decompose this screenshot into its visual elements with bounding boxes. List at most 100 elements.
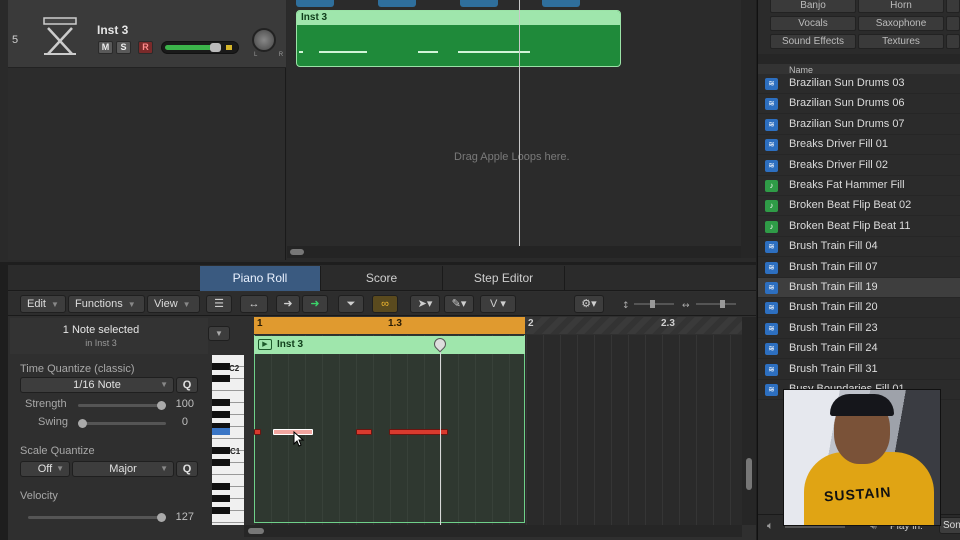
- category-button[interactable]: [946, 16, 960, 31]
- vertical-zoom-slider[interactable]: ↕: [622, 299, 676, 311]
- piano-roll-horizontal-scrollbar[interactable]: [244, 525, 742, 537]
- loop-list-item[interactable]: ≋ Brazilian Sun Drums 06: [758, 94, 960, 115]
- pencil-tool-icon[interactable]: ✎▾: [444, 295, 474, 313]
- solo-button[interactable]: S: [116, 41, 131, 54]
- loop-list-item[interactable]: ≋ Brush Train Fill 23: [758, 318, 960, 339]
- black-key[interactable]: [212, 459, 230, 466]
- velocity-tool-icon[interactable]: V ▾: [480, 295, 516, 313]
- playhead[interactable]: [519, 0, 520, 246]
- svg-text:↔: ↔: [682, 301, 690, 309]
- category-button[interactable]: [946, 34, 960, 49]
- piano-roll-vertical-scrollbar[interactable]: [742, 317, 756, 525]
- midi-region[interactable]: Inst 3: [296, 10, 621, 67]
- view-menu[interactable]: View ▼: [147, 295, 200, 313]
- tab-step-editor[interactable]: Step Editor: [443, 266, 565, 291]
- category-button[interactable]: Sound Effects: [770, 34, 856, 49]
- swing-slider[interactable]: [78, 422, 166, 425]
- swing-slider-knob[interactable]: [78, 419, 87, 428]
- black-key[interactable]: [212, 483, 230, 490]
- black-key[interactable]: [212, 495, 230, 502]
- pointer-tool-icon[interactable]: ➤▾: [410, 295, 440, 313]
- time-quantize-select[interactable]: 1/16 Note ▼: [20, 377, 174, 393]
- velocity-slider-knob[interactable]: [157, 513, 166, 522]
- category-button[interactable]: Saxophone: [858, 16, 944, 31]
- loop-list-item[interactable]: ≋ Brush Train Fill 31: [758, 359, 960, 380]
- arrow-right-icon[interactable]: ➜: [276, 295, 300, 313]
- playhead[interactable]: [440, 340, 441, 525]
- category-button[interactable]: Textures: [858, 34, 944, 49]
- record-enable-button[interactable]: R: [138, 41, 153, 54]
- play-in-select[interactable]: Son: [939, 517, 960, 534]
- time-quantize-value: 1/16 Note: [73, 379, 121, 391]
- black-key[interactable]: [212, 363, 230, 370]
- category-button[interactable]: Horn: [858, 0, 944, 13]
- category-button[interactable]: Vocals: [770, 16, 856, 31]
- audio-loop-icon: ≋: [765, 241, 778, 254]
- velocity-slider[interactable]: [28, 516, 166, 519]
- track-name[interactable]: Inst 3: [97, 23, 128, 37]
- scale-type-select[interactable]: Major ▼: [72, 461, 174, 477]
- selected-key-highlight: [212, 428, 230, 435]
- loop-list-item[interactable]: ♪ Breaks Fat Hammer Fill: [758, 176, 960, 196]
- filter-icon[interactable]: ⏷: [338, 295, 364, 313]
- region-above[interactable]: [378, 0, 416, 7]
- link-icon[interactable]: ∞: [372, 295, 398, 313]
- gear-icon[interactable]: ⚙▾: [574, 295, 604, 313]
- keyboard-stand-icon[interactable]: [40, 14, 80, 60]
- loop-name: Brush Train Fill 31: [789, 362, 878, 375]
- loop-name: Brazilian Sun Drums 06: [789, 97, 905, 110]
- loop-list-item[interactable]: ≋ Breaks Driver Fill 02: [758, 155, 960, 176]
- region-above[interactable]: [542, 0, 580, 7]
- loop-list-item[interactable]: ≋ Brush Train Fill 07: [758, 257, 960, 278]
- volume-knob[interactable]: [210, 43, 221, 52]
- pan-knob[interactable]: [252, 28, 276, 52]
- region-above[interactable]: [296, 0, 334, 7]
- horizontal-zoom-icon[interactable]: ↔: [240, 295, 268, 313]
- scroll-thumb[interactable]: [746, 458, 752, 490]
- black-key[interactable]: [212, 507, 230, 514]
- scroll-thumb[interactable]: [248, 528, 264, 534]
- arrange-vertical-scrollbar[interactable]: [741, 0, 756, 258]
- loop-list-item[interactable]: ≋ Brazilian Sun Drums 03: [758, 74, 960, 94]
- track-volume-slider[interactable]: [161, 41, 239, 54]
- time-quantize-button[interactable]: Q: [176, 377, 198, 393]
- edit-menu[interactable]: Edit ▼: [20, 295, 66, 313]
- play-region-icon[interactable]: ▶: [258, 339, 272, 350]
- person-cap: [830, 394, 894, 416]
- black-key[interactable]: [212, 399, 230, 406]
- functions-menu[interactable]: Functions ▼: [68, 295, 145, 313]
- category-button[interactable]: [946, 0, 960, 13]
- chevron-down-icon: ▼: [182, 300, 191, 309]
- tab-score[interactable]: Score: [321, 266, 443, 291]
- arrange-horizontal-scrollbar[interactable]: [287, 246, 741, 258]
- category-button[interactable]: Banjo: [770, 0, 856, 13]
- loop-list-item[interactable]: ≋ Brush Train Fill 19: [758, 278, 960, 298]
- scale-root-select[interactable]: Off ▼: [20, 461, 70, 477]
- strength-slider-knob[interactable]: [157, 401, 166, 410]
- horizontal-zoom-slider[interactable]: ↔: [682, 299, 738, 311]
- scale-root-value: Off: [37, 463, 53, 475]
- black-key[interactable]: [212, 411, 230, 418]
- mute-button[interactable]: M: [98, 41, 113, 54]
- loop-list-item[interactable]: ≋ Brazilian Sun Drums 07: [758, 114, 960, 135]
- scale-quantize-button[interactable]: Q: [176, 461, 198, 477]
- list-view-icon[interactable]: ☰: [206, 295, 232, 313]
- scroll-thumb[interactable]: [290, 249, 304, 255]
- catch-playhead-icon[interactable]: ➜: [302, 295, 328, 313]
- region-above[interactable]: [460, 0, 498, 7]
- tab-piano-roll[interactable]: Piano Roll: [200, 266, 321, 291]
- black-key[interactable]: [212, 375, 230, 382]
- chevron-down-icon[interactable]: ▼: [208, 326, 230, 341]
- loop-list-item[interactable]: ≋ Brush Train Fill 24: [758, 339, 960, 360]
- loop-list-item[interactable]: ♪ Broken Beat Flip Beat 02: [758, 196, 960, 217]
- region-header[interactable]: [297, 11, 620, 25]
- strength-slider[interactable]: [78, 404, 166, 407]
- midi-note[interactable]: [356, 429, 372, 435]
- loop-list-item[interactable]: ≋ Breaks Driver Fill 01: [758, 135, 960, 156]
- loop-list-item[interactable]: ≋ Brush Train Fill 20: [758, 298, 960, 319]
- black-key[interactable]: [212, 447, 230, 454]
- midi-note[interactable]: [254, 429, 261, 435]
- track-list-empty-area[interactable]: [8, 68, 286, 260]
- loop-list-item[interactable]: ♪ Broken Beat Flip Beat 11: [758, 216, 960, 237]
- loop-list-item[interactable]: ≋ Brush Train Fill 04: [758, 237, 960, 258]
